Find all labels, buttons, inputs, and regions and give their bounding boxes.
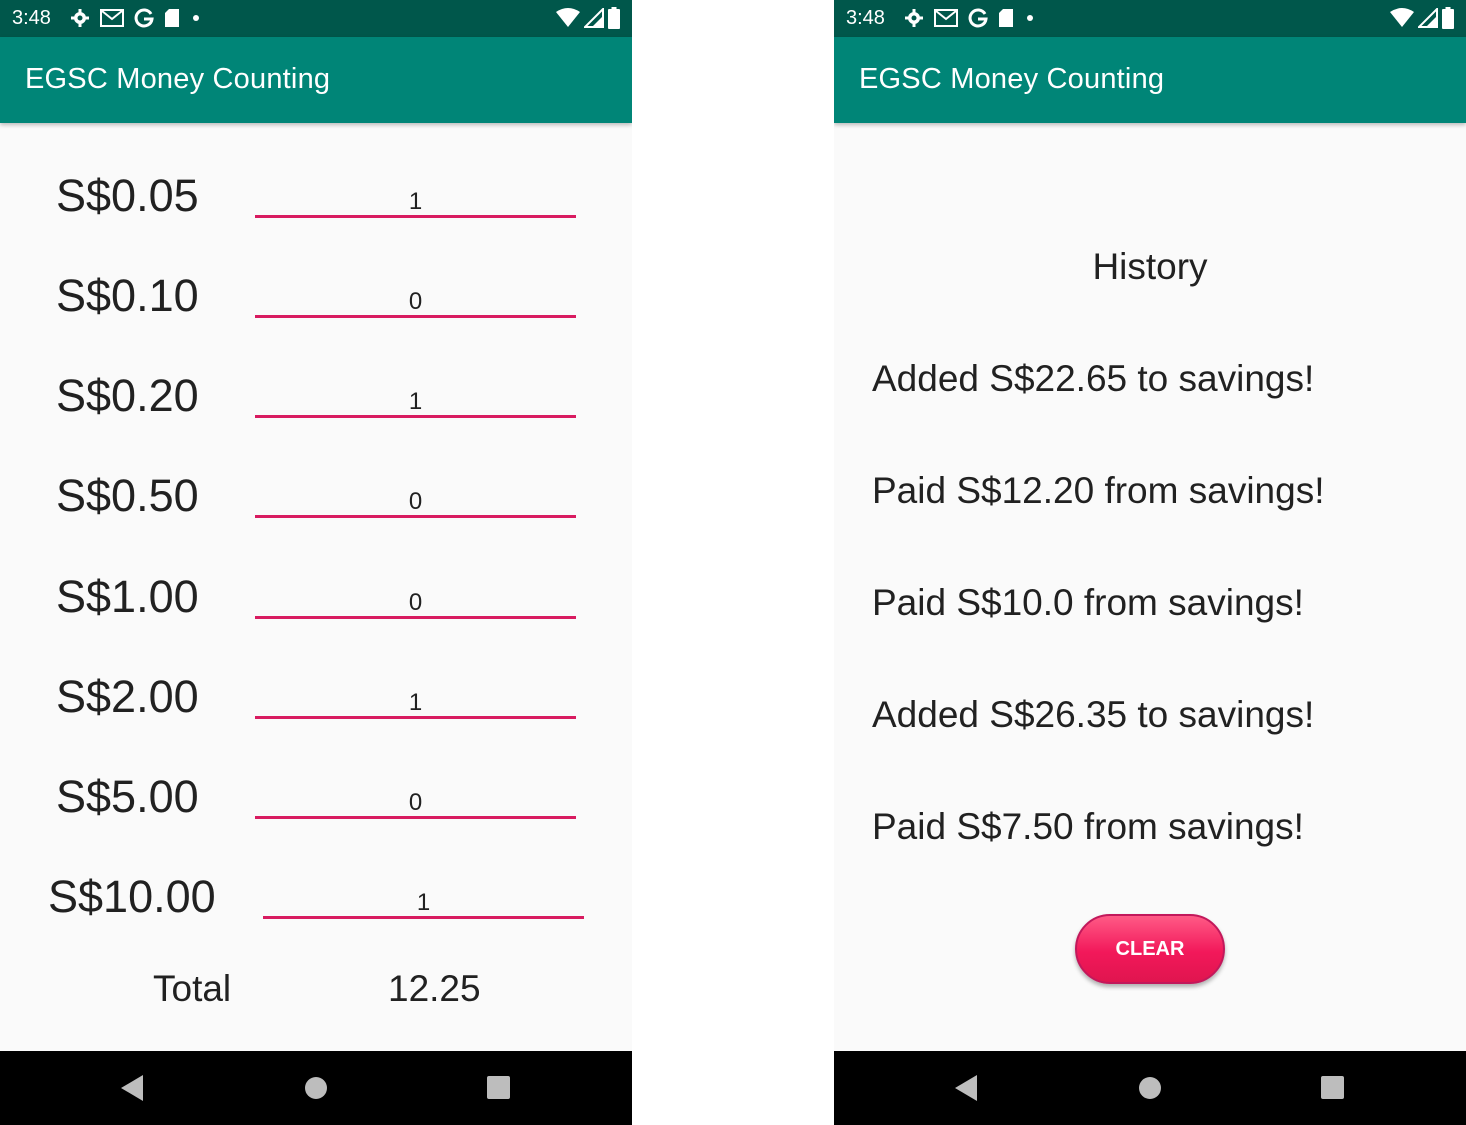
denomination-count-input[interactable]: 1 (255, 372, 576, 418)
denomination-label: S$1.00 (56, 571, 199, 622)
denomination-label: S$0.05 (56, 170, 199, 221)
denomination-count-input[interactable]: 0 (255, 773, 576, 819)
history-list-item: Paid S$12.20 from savings! (872, 470, 1325, 511)
recents-square-icon[interactable] (486, 1073, 512, 1103)
gmail-icon (934, 9, 958, 27)
app-title: EGSC Money Counting (859, 63, 1165, 95)
denomination-count-input[interactable]: 1 (263, 873, 584, 919)
denomination-label: S$0.10 (56, 270, 199, 321)
notification-dot-icon (1027, 15, 1033, 21)
status-bar: 3:48 (0, 0, 632, 37)
history-list-item: Added S$22.65 to savings! (872, 358, 1315, 399)
denomination-label: S$0.20 (56, 370, 199, 421)
google-icon (968, 8, 988, 28)
battery-icon (1442, 7, 1454, 29)
navigation-bar (0, 1051, 632, 1125)
home-circle-icon[interactable] (303, 1073, 329, 1103)
back-triangle-icon[interactable] (119, 1073, 145, 1103)
wifi-icon (1390, 8, 1414, 27)
history-list-item: Added S$26.35 to savings! (872, 694, 1315, 735)
google-icon (134, 8, 154, 28)
status-icons-right (556, 6, 620, 30)
history-list-item: Paid S$7.50 from savings! (872, 806, 1304, 847)
denomination-label: S$2.00 (56, 671, 199, 722)
status-time: 3:48 (846, 7, 885, 29)
notification-dot-icon (193, 15, 199, 21)
history-screen: 3:48 EGSC Money Counting History Added S… (834, 0, 1466, 1125)
clear-history-button[interactable]: CLEAR (1075, 914, 1225, 984)
history-title: History (1092, 246, 1208, 287)
denomination-label: S$10.00 (48, 871, 216, 922)
counter-screen: 3:48 EGSC Money Counting S$0.05 1 S$0.10… (0, 0, 632, 1125)
sd-card-icon (999, 9, 1013, 27)
denomination-count-input[interactable]: 1 (255, 673, 576, 719)
recents-square-icon[interactable] (1320, 1073, 1346, 1103)
status-icons-right (1390, 6, 1454, 30)
history-list-item: Paid S$10.0 from savings! (872, 582, 1304, 623)
denomination-label: S$0.50 (56, 470, 199, 521)
home-circle-icon[interactable] (1137, 1073, 1163, 1103)
denomination-count-input[interactable]: 0 (255, 573, 576, 619)
total-value: 12.25 (388, 968, 481, 1009)
settings-gear-icon (905, 9, 923, 27)
app-bar: EGSC Money Counting (0, 37, 632, 123)
denomination-count-input[interactable]: 0 (255, 272, 576, 318)
denomination-count-input[interactable]: 0 (255, 472, 576, 518)
status-icons-left (904, 6, 1036, 30)
status-bar: 3:48 (834, 0, 1466, 37)
status-icons-left (70, 6, 202, 30)
denomination-count-input[interactable]: 1 (255, 172, 576, 218)
cell-signal-icon (584, 8, 604, 28)
battery-icon (608, 7, 620, 29)
status-time: 3:48 (12, 7, 51, 29)
back-triangle-icon[interactable] (953, 1073, 979, 1103)
settings-gear-icon (71, 9, 89, 27)
app-bar: EGSC Money Counting (834, 37, 1466, 123)
denomination-label: S$5.00 (56, 771, 199, 822)
sd-card-icon (165, 9, 179, 27)
gmail-icon (100, 9, 124, 27)
cell-signal-icon (1418, 8, 1438, 28)
wifi-icon (556, 8, 580, 27)
total-label: Total (153, 968, 232, 1009)
navigation-bar (834, 1051, 1466, 1125)
app-title: EGSC Money Counting (25, 63, 331, 95)
